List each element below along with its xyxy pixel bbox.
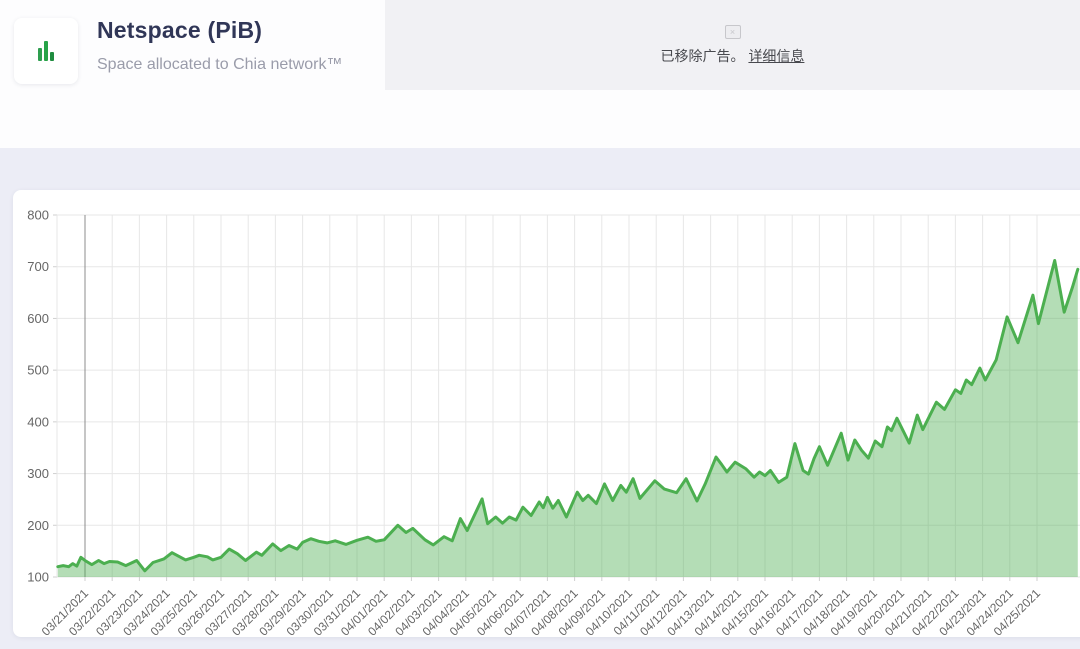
bar-chart-icon <box>38 41 54 61</box>
y-axis-label: 500 <box>27 363 49 378</box>
y-axis-label: 700 <box>27 259 49 274</box>
ad-notice-text: 已移除广告。 详细信息 <box>661 46 805 66</box>
chart-card: 10020030040050060070080003/21/202103/22/… <box>13 190 1080 637</box>
y-axis-label: 200 <box>27 518 49 533</box>
ad-details-link[interactable]: 详细信息 <box>748 48 804 64</box>
y-axis-label: 800 <box>27 208 49 223</box>
y-axis-label: 400 <box>27 414 49 429</box>
ad-removed-icon: × <box>725 25 741 39</box>
app-icon-card <box>14 18 78 84</box>
netspace-area-fill <box>58 261 1078 578</box>
y-axis-label: 100 <box>27 570 49 585</box>
y-axis-label: 600 <box>27 311 49 326</box>
ad-notice-panel: × 已移除广告。 详细信息 <box>385 0 1080 90</box>
netspace-chart[interactable]: 10020030040050060070080003/21/202103/22/… <box>13 190 1080 637</box>
y-axis-label: 300 <box>27 466 49 481</box>
page-subtitle: Space allocated to Chia network™ <box>97 56 342 74</box>
chart-header: Netspace (PiB) Space allocated to Chia n… <box>97 17 342 74</box>
ad-removed-label: 已移除广告。 <box>661 48 745 64</box>
page-title: Netspace (PiB) <box>97 17 342 44</box>
